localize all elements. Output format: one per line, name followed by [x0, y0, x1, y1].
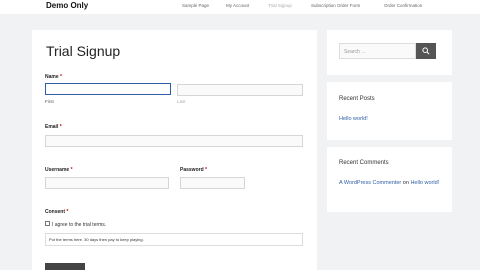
recent-posts-title: Recent Posts: [339, 96, 375, 102]
recent-comments-widget: Recent Comments A WordPress Commenter on…: [327, 147, 452, 212]
first-name-sublabel: First: [45, 99, 54, 104]
comment-author-link[interactable]: A WordPress Commenter: [339, 180, 401, 186]
consent-text: I agree to the trial terms.: [52, 222, 107, 228]
username-label: Username *: [45, 167, 73, 173]
email-input[interactable]: [45, 135, 303, 147]
consent-checkbox[interactable]: [45, 221, 50, 226]
search-button[interactable]: [416, 43, 436, 59]
search-widget: Search ...: [327, 30, 452, 75]
comment-on-text: on: [402, 180, 409, 186]
submit-button[interactable]: [45, 263, 85, 270]
recent-comment: A WordPress Commenter on Hello world!: [339, 179, 444, 188]
first-name-input[interactable]: [45, 83, 171, 95]
recent-comments-title: Recent Comments: [339, 160, 389, 166]
site-header: Demo Only Sample Page My Account Trial S…: [0, 0, 480, 14]
nav-my-account[interactable]: My Account: [226, 3, 249, 8]
site-title[interactable]: Demo Only: [46, 1, 88, 10]
page-title: Trial Signup: [46, 43, 121, 59]
nav-order-confirmation[interactable]: Order Confirmation: [384, 3, 422, 8]
last-name-input[interactable]: [177, 84, 303, 96]
consent-label: Consent *: [45, 209, 69, 215]
nav-trial-signup[interactable]: Trial Signup: [268, 3, 292, 8]
email-label: Email *: [45, 124, 62, 130]
search-input[interactable]: Search ...: [339, 43, 416, 59]
password-label: Password *: [180, 167, 207, 173]
nav-sample-page[interactable]: Sample Page: [182, 3, 209, 8]
signup-form-card: Trial Signup Name * First Last Email * U…: [32, 30, 317, 270]
password-input[interactable]: [180, 177, 245, 189]
comment-post-link[interactable]: Hello world!: [410, 180, 439, 186]
search-icon: [422, 47, 430, 55]
recent-post-link[interactable]: Hello world!: [339, 116, 368, 122]
nav-subscription-order-form[interactable]: Subscription Order Form: [311, 3, 360, 8]
last-name-sublabel: Last: [177, 99, 186, 104]
terms-text: Put the terms here. 30 days then pay to …: [45, 233, 303, 246]
username-input[interactable]: [45, 177, 169, 189]
page: Demo Only Sample Page My Account Trial S…: [0, 0, 480, 270]
recent-posts-widget: Recent Posts Hello world!: [327, 82, 452, 140]
name-label: Name *: [45, 74, 62, 80]
